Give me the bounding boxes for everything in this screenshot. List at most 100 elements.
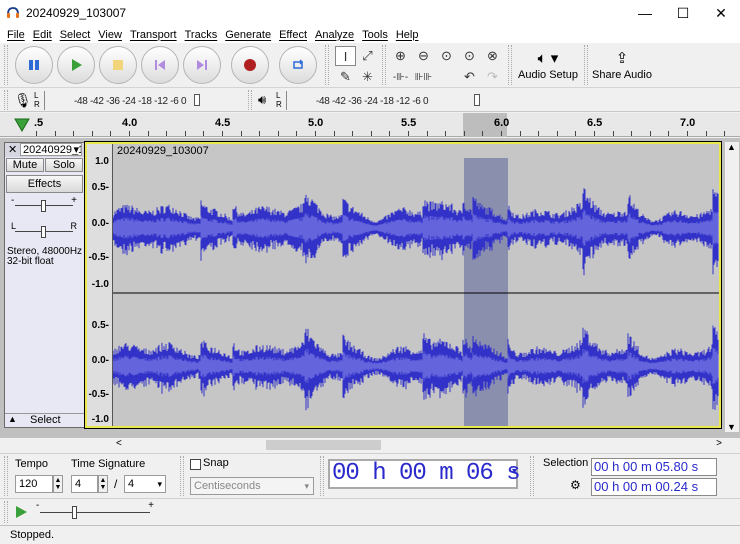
record-meter[interactable]: LR -48 -42 -36 -24 -18 -12 -6 0 xyxy=(34,91,242,110)
gain-slider-thumb[interactable] xyxy=(41,200,46,212)
toolbar-grip[interactable] xyxy=(320,456,324,496)
menu-tracks[interactable]: Tracks xyxy=(181,29,222,41)
menu-file[interactable]: File xyxy=(3,29,29,41)
tempo-stepper[interactable]: ▲ ▼ xyxy=(53,475,63,493)
ts-numerator-input[interactable]: 4 xyxy=(71,475,98,493)
zoom-out-button[interactable]: ⊖ xyxy=(413,46,434,66)
time-display[interactable]: 00 h 00 m 06 s xyxy=(328,459,521,489)
selection-tool-button[interactable]: I xyxy=(335,46,356,66)
skip-to-start-button[interactable] xyxy=(141,46,179,84)
timeline-ruler[interactable]: .5 4.0 4.5 5.0 5.5 6.0 6.5 7.0 xyxy=(0,113,740,137)
snap-select[interactable]: Centiseconds ▾ xyxy=(190,477,314,495)
track-frame: 1.0 0.5- 0.0- -0.5- -1.0 0.5- 0.0- -0.5-… xyxy=(84,141,722,429)
share-audio-button[interactable]: ⇪ Share Audio xyxy=(592,45,652,87)
menu-edit[interactable]: Edit xyxy=(29,29,56,41)
pan-slider[interactable]: L R xyxy=(11,221,77,239)
gain-slider[interactable]: - + xyxy=(11,195,77,213)
play-at-speed-icon[interactable] xyxy=(14,505,28,519)
solo-button[interactable]: Solo xyxy=(45,158,83,172)
loop-button[interactable] xyxy=(279,46,317,84)
toolbar-grip[interactable] xyxy=(4,456,8,496)
close-window-button[interactable]: ✕ xyxy=(702,0,740,26)
multi-tool-button[interactable]: ✳ xyxy=(357,67,378,87)
toolbar-grip[interactable] xyxy=(4,501,8,523)
record-meter-slider[interactable] xyxy=(194,94,200,106)
scale-label: 1.0 xyxy=(95,156,109,167)
mute-button[interactable]: Mute xyxy=(6,158,44,172)
speed-slider-thumb[interactable] xyxy=(72,506,77,519)
playback-meter-slider[interactable] xyxy=(474,94,480,106)
maximize-button[interactable]: ☐ xyxy=(664,0,702,26)
redo-button[interactable]: ↷ xyxy=(482,67,503,87)
toolbar-grip[interactable] xyxy=(508,45,512,85)
speaker-meter-icon[interactable]: 🔊︎ xyxy=(258,92,266,108)
record-button[interactable] xyxy=(231,46,269,84)
tempo-input[interactable]: 120 xyxy=(15,475,53,493)
track-name-menu[interactable]: 20240929_1 ▾ xyxy=(20,143,82,156)
menu-view[interactable]: View xyxy=(94,29,126,41)
toolbar-grip[interactable] xyxy=(382,45,386,85)
stop-button[interactable] xyxy=(99,46,137,84)
pause-button[interactable] xyxy=(15,46,53,84)
timeline-minor-tick xyxy=(92,131,93,136)
scroll-right-icon[interactable]: > xyxy=(716,438,722,449)
microphone-icon[interactable]: 🎙︎ xyxy=(14,92,32,109)
select-track-button[interactable]: Select xyxy=(30,414,61,426)
snap-checkbox[interactable] xyxy=(190,459,201,470)
play-head-icon[interactable] xyxy=(14,118,30,132)
menu-tools[interactable]: Tools xyxy=(358,29,392,41)
fit-selection-button[interactable]: ⊙ xyxy=(436,46,457,66)
minimize-button[interactable]: — xyxy=(626,0,664,26)
toolbar-grip[interactable] xyxy=(180,456,184,496)
fit-project-button[interactable]: ⊙ xyxy=(459,46,480,66)
scroll-left-icon[interactable]: < xyxy=(116,438,122,449)
track-control-panel: ✕ 20240929_1 ▾ Mute Solo Effects - + L R xyxy=(4,142,85,428)
effects-button[interactable]: Effects xyxy=(6,175,83,193)
scroll-down-icon[interactable]: ▼ xyxy=(727,422,736,432)
audio-setup-button[interactable]: 🔈︎ ▾ Audio Setup xyxy=(516,45,580,87)
menu-generate[interactable]: Generate xyxy=(221,29,275,41)
gear-icon[interactable]: ⚙ xyxy=(570,478,581,492)
silence-button[interactable]: ⊪⊪ xyxy=(413,67,434,87)
playback-meter[interactable]: LR -48 -42 -36 -24 -18 -12 -6 0 xyxy=(276,91,486,110)
toolbar-grip[interactable] xyxy=(325,45,329,85)
scroll-up-icon[interactable]: ▲ xyxy=(727,142,736,152)
menu-help[interactable]: Help xyxy=(392,29,423,41)
chevron-down-icon: ▾ xyxy=(73,144,79,156)
track-close-button[interactable]: ✕ xyxy=(8,143,17,156)
toolbar-grip[interactable] xyxy=(530,456,534,496)
vertical-scrollbar[interactable]: ▲ ▼ xyxy=(725,142,739,432)
waveform-view[interactable]: 20240929_103007 xyxy=(113,144,719,426)
menu-effect[interactable]: Effect xyxy=(275,29,311,41)
track-select-bar[interactable]: ▲ Select xyxy=(5,413,84,427)
chevron-down-icon[interactable]: ▾ xyxy=(512,466,517,477)
ts-numerator-stepper[interactable]: ▲ ▼ xyxy=(98,475,108,493)
zoom-in-button[interactable]: ⊕ xyxy=(390,46,411,66)
envelope-tool-button[interactable]: ⤢ xyxy=(357,46,378,66)
draw-tool-button[interactable]: ✎ xyxy=(335,67,356,87)
skip-to-end-button[interactable] xyxy=(183,46,221,84)
menu-select[interactable]: Select xyxy=(56,29,95,41)
undo-button[interactable]: ↶ xyxy=(459,67,480,87)
clip-title-bar[interactable]: 20240929_103007 xyxy=(113,144,719,158)
timeline-tick: 4.0 xyxy=(122,117,138,129)
toolbar-grip[interactable] xyxy=(584,45,588,85)
menu-transport[interactable]: Transport xyxy=(126,29,181,41)
horizontal-scrollbar[interactable]: < > xyxy=(110,438,740,452)
trim-button[interactable]: -⊪- xyxy=(390,67,411,87)
zoom-toggle-button[interactable]: ⊗ xyxy=(482,46,503,66)
toolbar-grip[interactable] xyxy=(248,90,252,110)
toolbar-grip[interactable] xyxy=(4,45,8,85)
selection-start-field[interactable]: 00 h 00 m 05.80 s xyxy=(591,458,717,476)
toolbar-grip[interactable] xyxy=(4,90,8,110)
horizontal-scroll-thumb[interactable] xyxy=(266,440,381,450)
ts-denominator-select[interactable]: 4 ▾ xyxy=(124,475,166,493)
timeline-minor-tick xyxy=(278,131,279,136)
collapse-icon[interactable]: ▲ xyxy=(8,414,17,424)
pan-slider-thumb[interactable] xyxy=(41,226,46,238)
silence-icon: ⊪⊪ xyxy=(414,71,433,83)
selection-length-field[interactable]: 00 h 00 m 00.24 s xyxy=(591,478,717,496)
play-button[interactable] xyxy=(57,46,95,84)
playback-speed-slider[interactable]: - + xyxy=(36,500,154,522)
menu-analyze[interactable]: Analyze xyxy=(311,29,358,41)
